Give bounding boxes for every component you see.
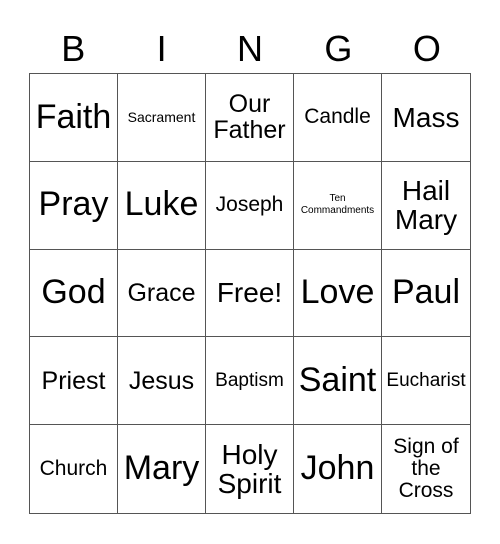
free-space-cell[interactable]: Free! [206,249,294,338]
header-letter-b: B [61,28,86,69]
header-letter-n: N [237,28,264,69]
bingo-cell[interactable]: Love [294,249,382,338]
bingo-cell[interactable]: Candle [294,74,382,162]
bingo-cell[interactable]: Faith [30,74,118,162]
bingo-cell[interactable]: Joseph [206,161,294,250]
bingo-cell[interactable]: John [294,425,382,513]
header-letter-o: O [412,28,441,69]
bingo-cell[interactable]: Saint [294,337,382,426]
bingo-cell[interactable]: Church [30,425,118,513]
bingo-cell[interactable]: Sacrament [118,74,206,162]
bingo-cell[interactable]: Pray [30,161,118,250]
bingo-cell[interactable]: Baptism [206,337,294,426]
bingo-cell[interactable]: Ten Commandments [294,161,382,250]
bingo-header: B I N G O [29,26,471,72]
header-letter-g: G [324,28,353,69]
bingo-cell[interactable]: Priest [30,337,118,426]
bingo-cell[interactable]: Eucharist [382,337,470,426]
bingo-cell[interactable]: Mass [382,74,470,162]
header-letter-i: I [156,28,167,69]
bingo-cell[interactable]: Holy Spirit [206,425,294,513]
bingo-cell[interactable]: Hail Mary [382,162,470,250]
bingo-cell[interactable]: Jesus [118,337,206,426]
bingo-cell[interactable]: God [30,249,118,338]
bingo-cell[interactable]: Paul [382,250,470,338]
bingo-cell[interactable]: Our Father [206,74,294,162]
bingo-cell[interactable]: Grace [118,249,206,338]
bingo-cell[interactable]: Luke [118,161,206,250]
bingo-cell[interactable]: Sign of the Cross [382,425,470,513]
bingo-cell[interactable]: Mary [118,425,206,513]
bingo-grid: Faith Sacrament Our Father Candle Mass P… [29,73,471,514]
